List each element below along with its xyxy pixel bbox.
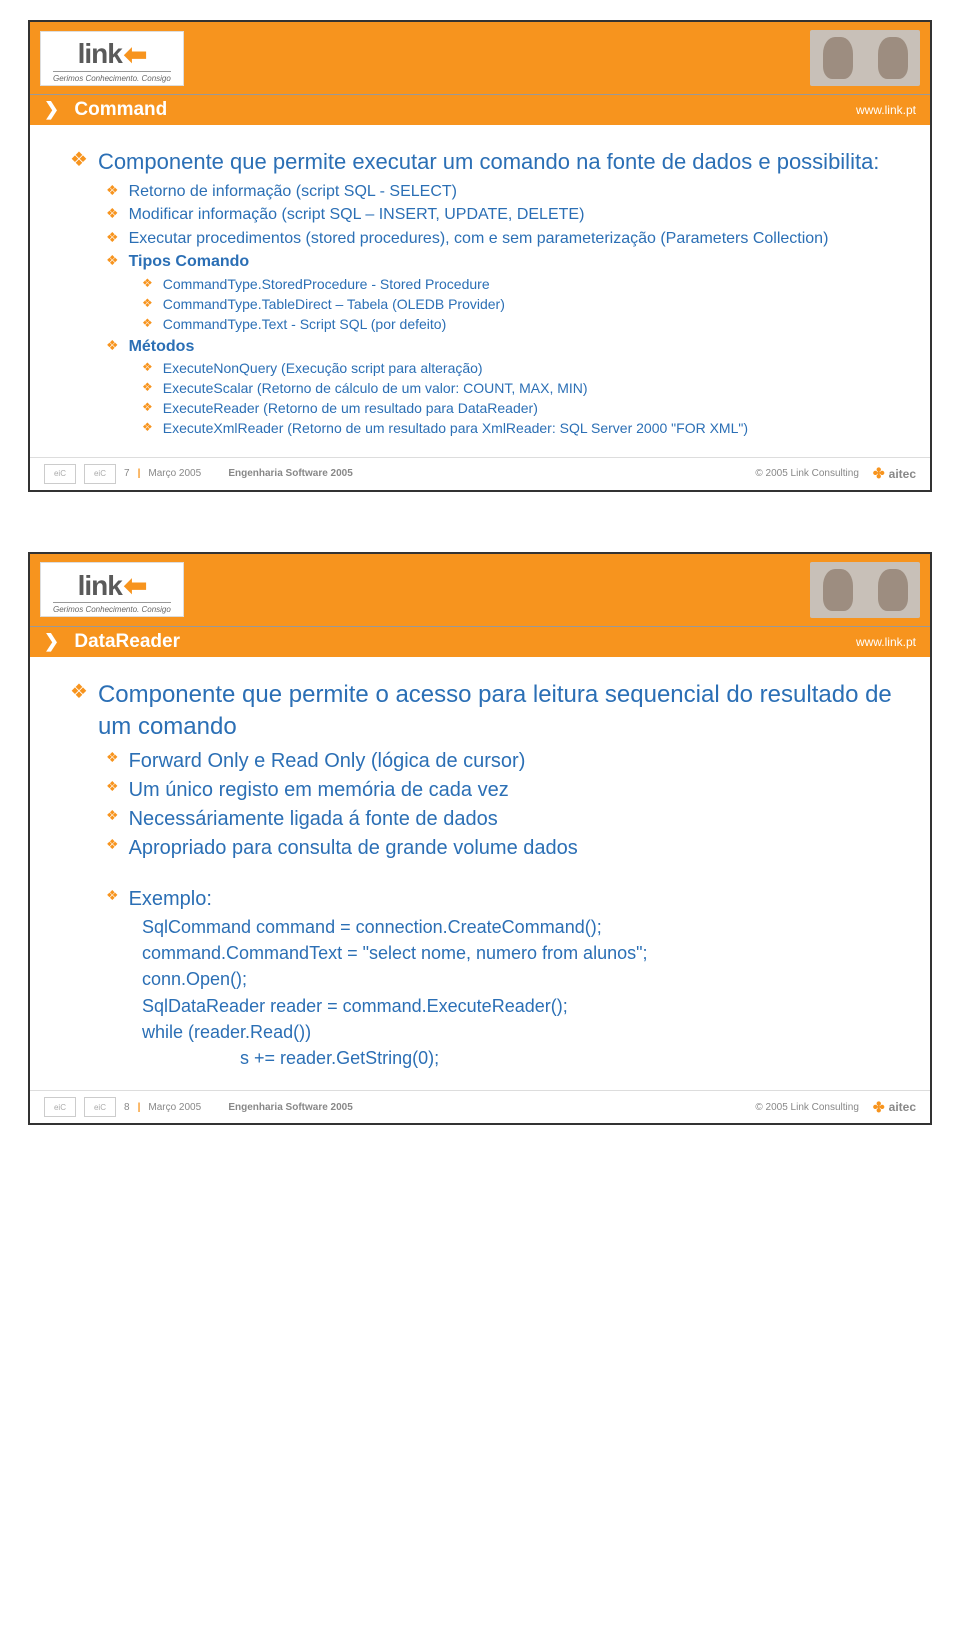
- list-item: ❖Apropriado para consulta de grande volu…: [106, 835, 900, 862]
- list-item: ❖Modificar informação (script SQL – INSE…: [106, 204, 900, 226]
- list-item: ❖CommandType.StoredProcedure - Stored Pr…: [142, 275, 900, 294]
- diamond-bullet-icon: ❖: [142, 419, 153, 438]
- diamond-bullet-icon: ❖: [142, 359, 153, 378]
- slide-datareader: link ⬅ Gerimos Conhecimento. Consigo ❯ D…: [28, 552, 932, 1126]
- footer-course: Engenharia Software 2005: [228, 1102, 353, 1113]
- list-item: ❖Forward Only e Read Only (lógica de cur…: [106, 748, 900, 775]
- diamond-bullet-icon: ❖: [106, 806, 119, 833]
- diamond-bullet-icon: ❖: [106, 777, 119, 804]
- logo-tagline: Gerimos Conhecimento. Consigo: [53, 602, 171, 614]
- slide-content: ❖ Componente que permite executar um com…: [30, 125, 930, 457]
- eic-badge-icon: eiC: [44, 464, 76, 484]
- heading-main: ❖ Componente que permite o acesso para l…: [70, 679, 900, 744]
- list-item: ❖ExecuteNonQuery (Execução script para a…: [142, 359, 900, 378]
- subheading-metodos: ❖Métodos: [106, 336, 900, 358]
- diamond-bullet-icon: ❖: [106, 748, 119, 775]
- eic-badge-icon: eiC: [84, 464, 116, 484]
- footer-copyright: © 2005 Link Consulting: [755, 1102, 859, 1113]
- heading-main: ❖ Componente que permite executar um com…: [70, 147, 900, 177]
- partner-logo: ✤ aitec: [873, 465, 916, 482]
- page-number: 8: [124, 1102, 130, 1113]
- example-label: ❖Exemplo:: [106, 886, 900, 913]
- brand-url: www.link.pt: [856, 103, 916, 117]
- slide-title-bar: ❯ Command www.link.pt: [30, 95, 930, 125]
- eic-badge-icon: eiC: [44, 1097, 76, 1117]
- code-line: conn.Open();: [142, 967, 900, 991]
- diamond-bullet-icon: ❖: [106, 886, 119, 913]
- slide-title: Command: [74, 99, 167, 120]
- arrow-left-icon: ⬅: [124, 38, 146, 71]
- diamond-bullet-icon: ❖: [70, 679, 88, 744]
- brand-logo: link ⬅ Gerimos Conhecimento. Consigo: [40, 31, 184, 86]
- subheading-tipos: ❖Tipos Comando: [106, 251, 900, 273]
- code-line: SqlCommand command = connection.CreateCo…: [142, 915, 900, 939]
- separator-icon: |: [138, 468, 141, 479]
- page-number: 7: [124, 468, 130, 479]
- footer-date: Março 2005: [148, 1102, 201, 1113]
- diamond-bullet-icon: ❖: [142, 275, 153, 294]
- slide-header: link ⬅ Gerimos Conhecimento. Consigo: [30, 554, 930, 627]
- slide-footer: eiC eiC 7 | Março 2005 Engenharia Softwa…: [30, 457, 930, 490]
- slide-title: DataReader: [74, 631, 180, 652]
- list-item: ❖Executar procedimentos (stored procedur…: [106, 228, 900, 250]
- diamond-bullet-icon: ❖: [142, 315, 153, 334]
- clover-icon: ✤: [873, 465, 885, 482]
- list-item: ❖Um único registo em memória de cada vez: [106, 777, 900, 804]
- list-item: ❖CommandType.Text - Script SQL (por defe…: [142, 315, 900, 334]
- diamond-bullet-icon: ❖: [106, 835, 119, 862]
- slide-command: link ⬅ Gerimos Conhecimento. Consigo ❯ C…: [28, 20, 932, 492]
- diamond-bullet-icon: ❖: [142, 399, 153, 418]
- diamond-bullet-icon: ❖: [106, 336, 119, 358]
- diamond-bullet-icon: ❖: [70, 147, 88, 177]
- slide-header: link ⬅ Gerimos Conhecimento. Consigo: [30, 22, 930, 95]
- diamond-bullet-icon: ❖: [142, 379, 153, 398]
- header-decorative-image: [810, 562, 920, 618]
- diamond-bullet-icon: ❖: [142, 295, 153, 314]
- diamond-bullet-icon: ❖: [106, 204, 119, 226]
- chevron-right-icon: ❯: [44, 631, 59, 651]
- list-item: ❖ExecuteScalar (Retorno de cálculo de um…: [142, 379, 900, 398]
- clover-icon: ✤: [873, 1099, 885, 1116]
- list-item: ❖Retorno de informação (script SQL - SEL…: [106, 181, 900, 203]
- brand-url: www.link.pt: [856, 635, 916, 649]
- code-line: SqlDataReader reader = command.ExecuteRe…: [142, 994, 900, 1018]
- arrow-left-icon: ⬅: [124, 569, 146, 602]
- diamond-bullet-icon: ❖: [106, 228, 119, 250]
- list-item: ❖Necessáriamente ligada á fonte de dados: [106, 806, 900, 833]
- list-item: ❖ExecuteXmlReader (Retorno de um resulta…: [142, 419, 900, 438]
- code-line: while (reader.Read()): [142, 1020, 900, 1044]
- diamond-bullet-icon: ❖: [106, 181, 119, 203]
- slide-title-bar: ❯ DataReader www.link.pt: [30, 627, 930, 657]
- list-item: ❖ExecuteReader (Retorno de um resultado …: [142, 399, 900, 418]
- slide-footer: eiC eiC 8 | Março 2005 Engenharia Softwa…: [30, 1090, 930, 1123]
- diamond-bullet-icon: ❖: [106, 251, 119, 273]
- separator-icon: |: [138, 1102, 141, 1113]
- eic-badge-icon: eiC: [84, 1097, 116, 1117]
- partner-logo: ✤ aitec: [873, 1099, 916, 1116]
- code-line: command.CommandText = "select nome, nume…: [142, 941, 900, 965]
- logo-text: link: [78, 570, 122, 602]
- header-decorative-image: [810, 30, 920, 86]
- code-line: s += reader.GetString(0);: [240, 1046, 900, 1070]
- footer-date: Março 2005: [148, 468, 201, 479]
- slide-content: ❖ Componente que permite o acesso para l…: [30, 657, 930, 1091]
- footer-copyright: © 2005 Link Consulting: [755, 468, 859, 479]
- logo-tagline: Gerimos Conhecimento. Consigo: [53, 71, 171, 83]
- brand-logo: link ⬅ Gerimos Conhecimento. Consigo: [40, 562, 184, 617]
- list-item: ❖CommandType.TableDirect – Tabela (OLEDB…: [142, 295, 900, 314]
- logo-text: link: [78, 38, 122, 70]
- chevron-right-icon: ❯: [44, 99, 59, 119]
- footer-course: Engenharia Software 2005: [228, 468, 353, 479]
